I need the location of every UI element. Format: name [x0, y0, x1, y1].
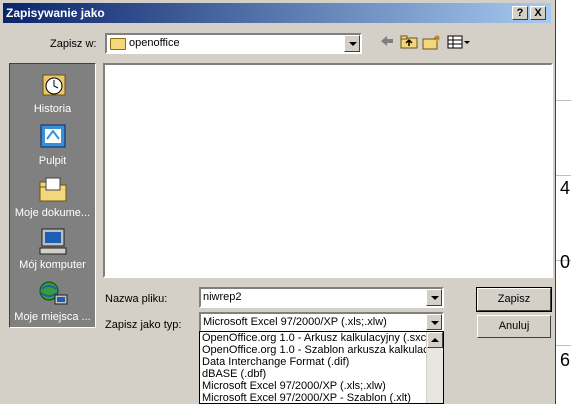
list-item[interactable]: Microsoft Excel 97/2000/XP - Szablon (.x… — [200, 392, 443, 403]
history-icon — [37, 71, 69, 101]
list-item[interactable]: OpenOffice.org 1.0 - Szablon arkusza kal… — [200, 344, 443, 356]
folder-icon — [110, 38, 126, 50]
save-as-dialog: Zapisywanie jako ? X Zapisz w: openoffic… — [0, 0, 556, 404]
background-cell-digit: 4 — [560, 178, 571, 198]
my-computer-icon — [37, 227, 69, 257]
list-item[interactable]: OpenOffice.org 1.0 - Arkusz kalkulacyjny… — [200, 332, 443, 344]
chevron-down-icon[interactable] — [426, 314, 442, 330]
place-label: Pulpit — [38, 155, 67, 167]
chevron-down-icon[interactable] — [426, 289, 442, 306]
place-label: Moje dokume... — [14, 207, 91, 219]
help-button[interactable]: ? — [512, 6, 528, 20]
new-folder-icon[interactable] — [422, 34, 442, 52]
background-gridline — [556, 100, 571, 101]
filetype-value: Microsoft Excel 97/2000/XP (.xls;.xlw) — [203, 316, 387, 328]
place-desktop[interactable]: Pulpit — [10, 123, 95, 167]
background-gridline — [556, 175, 571, 176]
up-folder-icon[interactable] — [399, 34, 419, 52]
dropdown-scrollbar[interactable] — [426, 332, 443, 403]
place-my-documents[interactable]: Moje dokume... — [10, 175, 95, 219]
network-places-icon — [37, 279, 69, 309]
filename-label: Nazwa pliku: — [105, 293, 168, 305]
save-button[interactable]: Zapisz — [476, 287, 552, 312]
save-in-label: Zapisz w: — [50, 38, 97, 50]
title-bar[interactable]: Zapisywanie jako ? X — [3, 3, 551, 23]
list-item[interactable]: dBASE (.dbf) — [200, 368, 443, 380]
background-cell-digit: 0 — [560, 252, 571, 272]
place-my-computer[interactable]: Mój komputer — [10, 227, 95, 271]
background-spreadsheet — [556, 0, 571, 404]
filetype-combo[interactable]: Microsoft Excel 97/2000/XP (.xls;.xlw) — [199, 312, 444, 332]
list-item[interactable]: Microsoft Excel 97/2000/XP (.xls;.xlw) — [200, 380, 443, 392]
list-item[interactable]: Data Interchange Format (.dif) — [200, 356, 443, 368]
view-menu-icon[interactable] — [447, 34, 471, 52]
place-network-places[interactable]: Moje miejsca ... — [10, 279, 95, 323]
filetype-label: Zapisz jako typ: — [105, 319, 182, 331]
scroll-up-button[interactable] — [427, 332, 443, 348]
save-in-combo[interactable]: openoffice — [105, 33, 362, 54]
window-title: Zapisywanie jako — [6, 6, 105, 20]
close-button[interactable]: X — [530, 6, 546, 20]
my-documents-icon — [37, 175, 69, 205]
place-label: Historia — [33, 103, 72, 115]
background-cell-digit: 6 — [560, 350, 571, 370]
back-icon[interactable] — [377, 34, 397, 52]
places-bar: Historia Pulpit Moje dokume... Mój kompu… — [9, 63, 96, 328]
place-label: Mój komputer — [19, 259, 86, 271]
background-gridline — [556, 345, 571, 346]
file-list[interactable] — [103, 63, 553, 278]
place-label: Moje miejsca ... — [14, 311, 91, 323]
cancel-button[interactable]: Anuluj — [477, 315, 551, 338]
save-in-value: openoffice — [129, 37, 180, 49]
filetype-dropdown-list[interactable]: OpenOffice.org 1.0 - Arkusz kalkulacyjny… — [199, 331, 444, 404]
chevron-down-icon[interactable] — [344, 35, 360, 52]
desktop-icon — [37, 123, 69, 153]
filename-value: niwrep2 — [203, 291, 242, 303]
place-history[interactable]: Historia — [10, 71, 95, 115]
filename-input[interactable]: niwrep2 — [199, 287, 444, 308]
